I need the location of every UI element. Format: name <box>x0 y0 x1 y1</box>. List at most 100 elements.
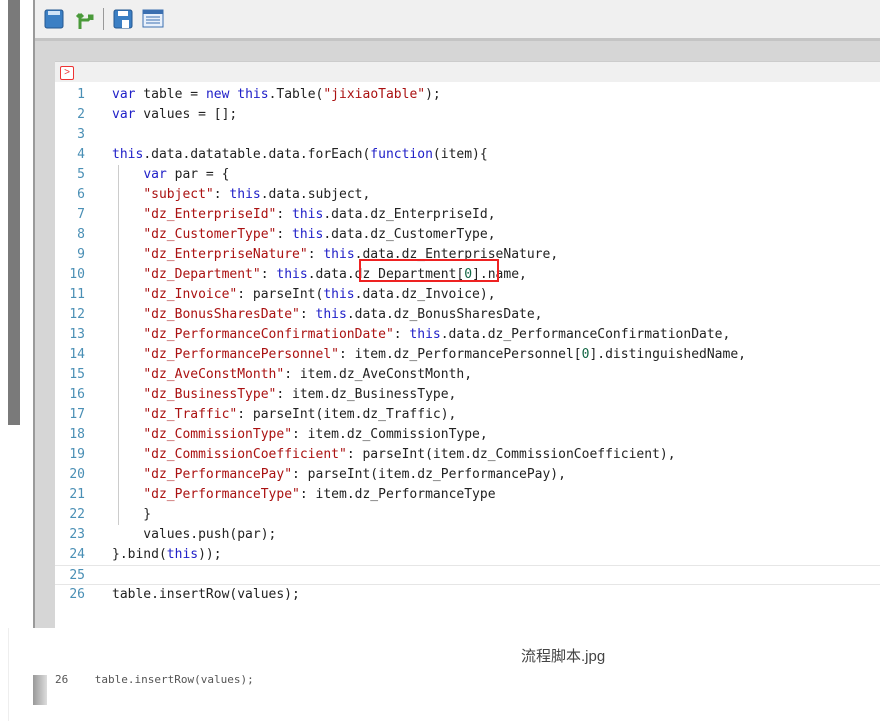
string: "dz_PerformancePay" <box>143 467 293 482</box>
code-text: "dz_Traffic": parseInt(item.dz_Traffic), <box>112 405 456 425</box>
code-token: : item.dz_PerformancePersonnel[ <box>338 347 582 362</box>
run-icon[interactable]: > <box>60 66 74 80</box>
string: "subject" <box>143 187 214 202</box>
code-text: "dz_CommissionCoefficient": parseInt(ite… <box>112 445 675 465</box>
code-token: : item.dz_CommissionType, <box>292 427 488 442</box>
code-token: : parseInt( <box>237 287 324 302</box>
code-line[interactable]: 16 "dz_BusinessType": item.dz_BusinessTy… <box>55 385 880 405</box>
code-text: "dz_CommissionType": item.dz_CommissionT… <box>112 425 488 445</box>
code-text: "dz_EnterpriseId": this.data.dz_Enterpri… <box>112 205 495 225</box>
line-number: 5 <box>77 167 85 182</box>
code-token: .data.dz_Invoice), <box>354 287 496 302</box>
code-line[interactable]: 11 "dz_Invoice": parseInt(this.data.dz_I… <box>55 285 880 305</box>
code-text: var values = []; <box>112 105 237 125</box>
line-number: 18 <box>69 427 85 442</box>
line-number: 6 <box>77 187 85 202</box>
code-line[interactable]: 6 "subject": this.data.subject, <box>55 185 880 205</box>
code-token: : item.dz_PerformanceType <box>299 487 496 502</box>
line-number: 2 <box>77 107 85 122</box>
code-line[interactable]: 26 table.insertRow(values); <box>55 585 880 605</box>
string: "dz_Invoice" <box>143 287 238 302</box>
string: "dz_Department" <box>143 267 261 282</box>
save-as-button[interactable] <box>112 8 134 30</box>
line-number: 25 <box>69 568 85 583</box>
code-line[interactable]: 7 "dz_EnterpriseId": this.data.dz_Enterp… <box>55 205 880 225</box>
string: "dz_BonusSharesDate" <box>143 307 300 322</box>
code-token: (item){ <box>432 147 488 162</box>
code-token: : <box>260 267 277 282</box>
code-line[interactable]: 21 "dz_PerformanceType": item.dz_Perform… <box>55 485 880 505</box>
divider <box>8 628 9 721</box>
code-line[interactable]: 24}.bind(this)); <box>55 545 880 565</box>
code-line[interactable]: 8 "dz_CustomerType": this.data.dz_Custom… <box>55 225 880 245</box>
code-token: : <box>307 247 324 262</box>
code-line[interactable]: 20 "dz_PerformancePay": parseInt(item.dz… <box>55 465 880 485</box>
code-line[interactable]: 19 "dz_CommissionCoefficient": parseInt(… <box>55 445 880 465</box>
code-text: "dz_BonusSharesDate": this.data.dz_Bonus… <box>112 305 543 325</box>
line-number: 19 <box>69 447 85 462</box>
code-line[interactable]: 23 values.push(par); <box>55 525 880 545</box>
code-token: : <box>299 307 316 322</box>
code-line[interactable]: 17 "dz_Traffic": parseInt(item.dz_Traffi… <box>55 405 880 425</box>
code-text: values.push(par); <box>112 525 276 545</box>
code-line[interactable]: 12 "dz_BonusSharesDate": this.data.dz_Bo… <box>55 305 880 325</box>
string: "dz_PerformancePersonnel" <box>143 347 339 362</box>
code-token: .data.dz_BonusSharesDate, <box>346 307 543 322</box>
keyword: this <box>112 147 144 162</box>
line-number: 26 <box>69 587 85 602</box>
code-text: "dz_PerformanceType": item.dz_Performanc… <box>112 485 496 505</box>
code-line[interactable]: 15 "dz_AveConstMonth": item.dz_AveConstM… <box>55 365 880 385</box>
keyword: var <box>112 107 136 122</box>
code-line[interactable]: 13 "dz_PerformanceConfirmationDate": thi… <box>55 325 880 345</box>
line-number: 15 <box>69 367 85 382</box>
left-edge-strip <box>8 0 20 425</box>
code-text: "dz_AveConstMonth": item.dz_AveConstMont… <box>112 365 472 385</box>
code-line[interactable]: 4 this.data.datatable.data.forEach(functi… <box>55 145 880 165</box>
code-token: par = { <box>166 167 230 182</box>
string: "dz_CommissionCoefficient" <box>143 447 347 462</box>
line-number: 23 <box>69 527 85 542</box>
code-token: .Table( <box>268 87 324 102</box>
code-line[interactable]: 1 var table = new this.Table("jixiaoTable… <box>55 85 880 105</box>
properties-button[interactable] <box>142 8 164 30</box>
code-line[interactable]: 3 <box>55 125 880 145</box>
line-number: 11 <box>69 287 85 302</box>
code-text: "dz_CustomerType": this.data.dz_Customer… <box>112 225 496 245</box>
code-line[interactable]: 18 "dz_CommissionType": item.dz_Commissi… <box>55 425 880 445</box>
code-line[interactable]: 5 var par = { <box>55 165 880 185</box>
save-button[interactable] <box>43 8 65 30</box>
code-editor[interactable]: 1 var table = new this.Table("jixiaoTable… <box>55 85 880 605</box>
code-token: .data.dz_CustomerType, <box>323 227 496 242</box>
branch-button[interactable] <box>73 8 95 30</box>
code-line[interactable]: 25 <box>55 565 880 585</box>
code-panel: > 1 var table = new this.Table("jixiaoTab… <box>55 61 880 628</box>
line-number: 17 <box>69 407 85 422</box>
code-token: values = []; <box>135 107 238 122</box>
string: "dz_CustomerType" <box>143 227 277 242</box>
code-token: : parseInt(item.dz_Traffic), <box>237 407 457 422</box>
code-token: table.insertRow(values); <box>112 587 300 602</box>
code-line[interactable]: 14 "dz_PerformancePersonnel": item.dz_Pe… <box>55 345 880 365</box>
line-number: 22 <box>69 507 85 522</box>
string: "jixiaoTable" <box>323 87 426 102</box>
line-number: 21 <box>69 487 85 502</box>
line-number: 10 <box>69 267 85 282</box>
code-text: this.data.datatable.data.forEach(functio… <box>112 145 488 165</box>
string: "dz_PerformanceType" <box>143 487 300 502</box>
fragment-line-number: 26 <box>55 673 69 686</box>
script-editor-window: > 1 var table = new this.Table("jixiaoTab… <box>33 0 880 628</box>
code-line[interactable]: 22 } <box>55 505 880 525</box>
code-line[interactable]: 2 var values = []; <box>55 105 880 125</box>
string: "dz_PerformanceConfirmationDate" <box>143 327 394 342</box>
toolbar <box>35 0 880 41</box>
code-token: : item.dz_AveConstMonth, <box>284 367 473 382</box>
code-token: : <box>213 187 230 202</box>
